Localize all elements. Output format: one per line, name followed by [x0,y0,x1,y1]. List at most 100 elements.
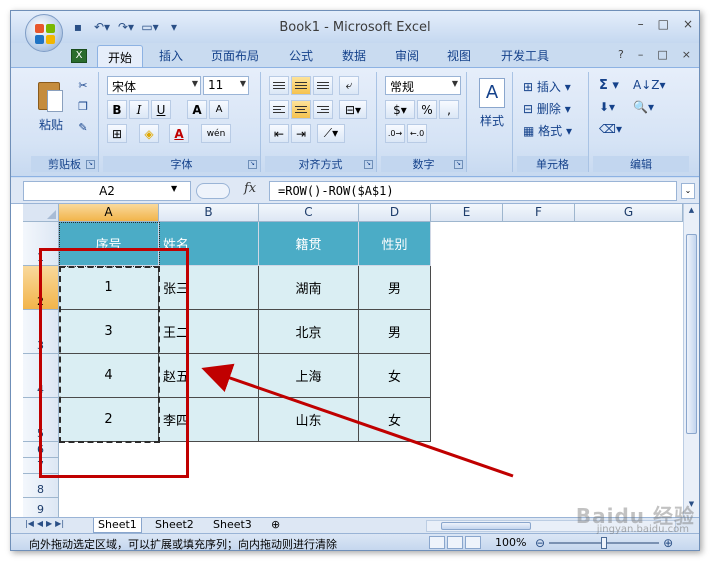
alignment-launcher-icon[interactable]: ↘ [364,160,373,169]
align-center-icon[interactable] [291,100,311,119]
styles-button[interactable]: A 样式 [475,78,509,129]
orientation-icon[interactable]: ⟋▾ [317,124,345,143]
sheet-tab-sheet3[interactable]: Sheet3 [209,518,256,533]
decrease-decimal-icon[interactable]: ←.0 [407,124,427,143]
formula-input[interactable]: =ROW()-ROW($A$1) [269,181,677,201]
cell-b4[interactable]: 赵五 [159,354,259,398]
find-select-icon[interactable]: 🔍▾ [633,100,654,114]
cell-a5[interactable]: 2 [59,398,159,442]
column-header-g[interactable]: G [575,204,683,222]
align-left-icon[interactable] [269,100,289,119]
sheet-tab-sheet1[interactable]: Sheet1 [93,518,142,533]
cell-d2[interactable]: 男 [359,266,431,310]
last-sheet-icon[interactable]: ▶| [55,519,64,528]
grow-font-button[interactable]: A [187,100,207,119]
underline-button[interactable]: U [151,100,171,119]
minimize-button[interactable]: – [638,17,644,31]
cell-c1[interactable]: 籍贯 [259,222,359,266]
help-icon[interactable]: ? [618,48,624,61]
row-header-8[interactable]: 8 [23,474,59,498]
column-header-a[interactable]: A [59,204,159,222]
row-header-7[interactable]: 7 [23,458,59,474]
prev-sheet-icon[interactable]: ◀ [37,519,43,528]
name-box-dropdown-icon[interactable]: ▼ [171,184,177,193]
cell-d5[interactable]: 女 [359,398,431,442]
cell-a3[interactable]: 3 [59,310,159,354]
border-icon[interactable]: ⊞ [107,124,127,143]
cut-icon[interactable]: ✂ [73,76,93,94]
tab-view[interactable]: 视图 [447,47,471,64]
page-layout-view-icon[interactable] [447,536,463,549]
next-sheet-icon[interactable]: ▶ [46,519,52,528]
cell-a2[interactable]: 1 [59,266,159,310]
row-header-2[interactable]: 2 [23,266,59,310]
clear-icon[interactable]: ⌫▾ [599,122,622,136]
row-header-3[interactable]: 3 [23,310,59,354]
tab-page-layout[interactable]: 页面布局 [211,47,259,64]
row-header-6[interactable]: 6 [23,442,59,458]
zoom-level[interactable]: 100% [495,536,526,549]
doc-close-button[interactable]: × [682,48,691,61]
name-box[interactable]: A2 [23,181,191,201]
cell-a1[interactable]: 序号 [59,222,159,266]
currency-icon[interactable]: $▾ [385,100,415,119]
tab-review[interactable]: 审阅 [395,47,419,64]
merge-center-icon[interactable]: ⊟▾ [339,100,367,119]
cell-b3[interactable]: 王二 [159,310,259,354]
align-top-icon[interactable] [269,76,289,95]
cell-c4[interactable]: 上海 [259,354,359,398]
cell-d4[interactable]: 女 [359,354,431,398]
cell-c3[interactable]: 北京 [259,310,359,354]
column-header-d[interactable]: D [359,204,431,222]
tab-insert[interactable]: 插入 [159,47,183,64]
font-size-combo[interactable]: 11 ▼ [203,76,249,95]
horizontal-scroll-thumb[interactable] [441,522,531,530]
delete-cells-button[interactable]: ⊟ 删除 ▾ [523,100,571,117]
doc-minimize-button[interactable]: – [638,48,644,61]
font-name-combo[interactable]: 宋体 ▼ [107,76,201,95]
row-header-9[interactable]: 9 [23,498,59,517]
column-header-c[interactable]: C [259,204,359,222]
page-break-view-icon[interactable] [465,536,481,549]
tab-home[interactable]: 开始 [97,45,144,67]
comma-button[interactable]: , [439,100,459,119]
align-right-icon[interactable] [313,100,333,119]
phonetic-button[interactable]: wén [201,124,231,143]
scroll-up-icon[interactable]: ▲ [686,206,697,218]
insert-cells-button[interactable]: ⊞ 插入 ▾ [523,78,571,95]
sheet-tab-sheet2[interactable]: Sheet2 [151,518,198,533]
copy-icon[interactable]: ❐ [73,97,93,115]
worksheet-grid[interactable]: A B C D E F G 1 2 3 4 5 6 7 8 9 序号 姓名 籍贯… [11,204,699,517]
select-all-button[interactable] [23,204,59,222]
number-format-combo[interactable]: 常规 ▼ [385,76,461,95]
column-header-f[interactable]: F [503,204,575,222]
close-button[interactable]: × [683,17,693,31]
shrink-font-button[interactable]: A [209,100,229,119]
zoom-slider-knob[interactable] [601,537,608,549]
cell-d3[interactable]: 男 [359,310,431,354]
percent-button[interactable]: % [417,100,437,119]
excel-doc-icon[interactable]: X [71,49,87,63]
font-launcher-icon[interactable]: ↘ [248,160,257,169]
cell-b1[interactable]: 姓名 [159,222,259,266]
tab-data[interactable]: 数据 [342,47,366,64]
expand-formula-bar-icon[interactable]: ⌄ [681,183,695,199]
fill-color-icon[interactable]: ◈ [139,124,159,143]
first-sheet-icon[interactable]: |◀ [25,519,34,528]
row-header-1[interactable]: 1 [23,222,59,266]
autosum-button[interactable]: Σ ▾ [599,78,619,93]
format-cells-button[interactable]: ▦ 格式 ▾ [523,122,572,139]
cell-a4[interactable]: 4 [59,354,159,398]
tab-developer[interactable]: 开发工具 [501,47,549,64]
maximize-button[interactable]: □ [658,17,669,31]
cell-d1[interactable]: 性别 [359,222,431,266]
format-painter-icon[interactable]: ✎ [73,118,93,136]
tab-formulas[interactable]: 公式 [289,47,313,64]
cell-b2[interactable]: 张三 [159,266,259,310]
vertical-scrollbar[interactable]: ▲ ▼ [683,204,699,517]
cell-c5[interactable]: 山东 [259,398,359,442]
fill-icon[interactable]: ⬇▾ [599,100,615,114]
row-header-5[interactable]: 5 [23,398,59,442]
cell-b5[interactable]: 李四 [159,398,259,442]
decrease-indent-icon[interactable]: ⇤ [269,124,289,143]
